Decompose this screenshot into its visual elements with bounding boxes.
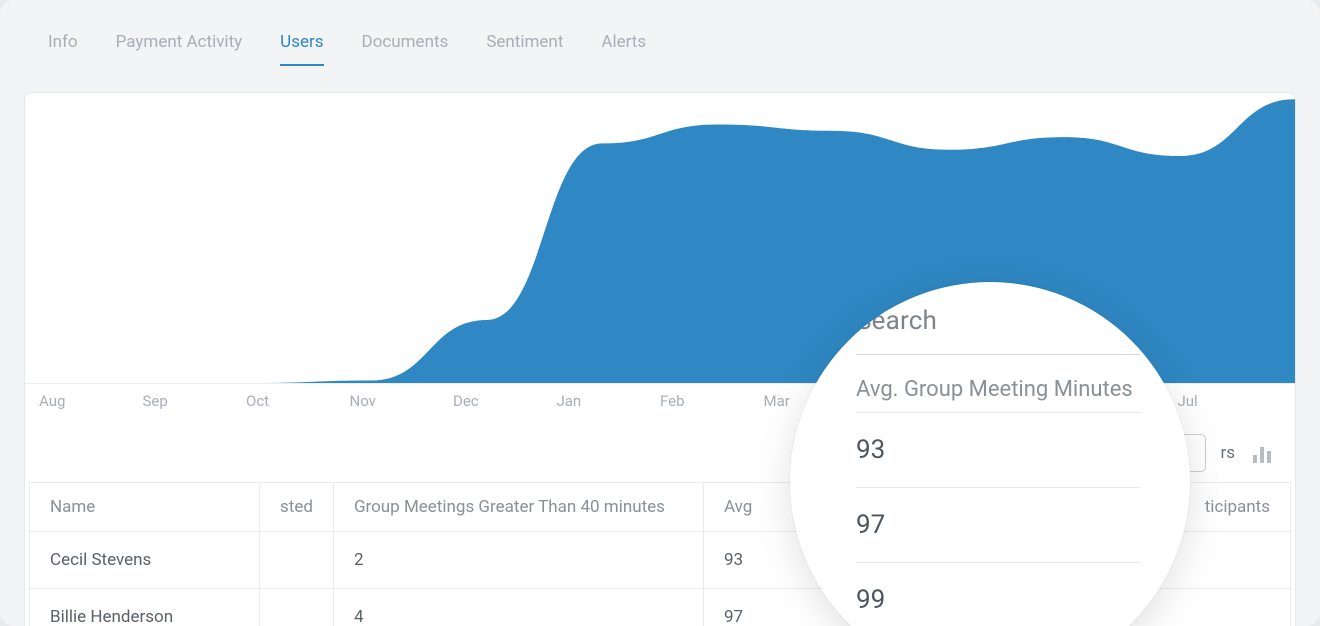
cell-hosted	[260, 532, 334, 589]
x-tick: Feb	[660, 392, 764, 410]
app-window: Info Payment Activity Users Documents Sentim…	[0, 0, 1320, 626]
tab-payment-activity[interactable]: Payment Activity	[116, 32, 243, 66]
cell-name: Cecil Stevens	[30, 532, 260, 589]
cell-name: Billie Henderson	[30, 589, 260, 626]
x-tick: Oct	[246, 392, 350, 410]
col-name[interactable]: Name	[30, 483, 260, 532]
tab-sentiment[interactable]: Sentiment	[486, 32, 563, 66]
x-tick: Dec	[453, 392, 557, 410]
tab-alerts[interactable]: Alerts	[601, 32, 646, 66]
tab-users[interactable]: Users	[280, 32, 323, 66]
bar-chart-icon[interactable]	[1253, 443, 1271, 463]
tab-documents[interactable]: Documents	[362, 32, 449, 66]
tab-bar: Info Payment Activity Users Documents Sentim…	[0, 0, 1320, 66]
x-tick: Nov	[350, 392, 454, 410]
col-hosted-fragment[interactable]: sted	[260, 483, 334, 532]
cell-hosted	[260, 589, 334, 626]
col-group-meetings-40[interactable]: Group Meetings Greater Than 40 minutes	[333, 483, 703, 532]
tab-info[interactable]: Info	[48, 32, 78, 66]
x-tick: Jan	[557, 392, 661, 410]
magnifier-lens: Search Avg. Group Meeting Minutes 939799	[790, 282, 1190, 626]
x-tick: Aug	[39, 392, 143, 410]
cell-gm40: 2	[333, 532, 703, 589]
filter-label-fragment: rs	[1220, 443, 1239, 463]
lens-value: 93	[856, 412, 1140, 487]
cell-gm40: 4	[333, 589, 703, 626]
lens-value: 97	[856, 487, 1140, 562]
lens-value: 99	[856, 562, 1140, 626]
lens-column-header: Avg. Group Meeting Minutes	[856, 355, 1140, 412]
x-tick: Jul	[1178, 392, 1282, 410]
x-tick: Sep	[143, 392, 247, 410]
lens-search-label[interactable]: Search	[856, 306, 1140, 355]
